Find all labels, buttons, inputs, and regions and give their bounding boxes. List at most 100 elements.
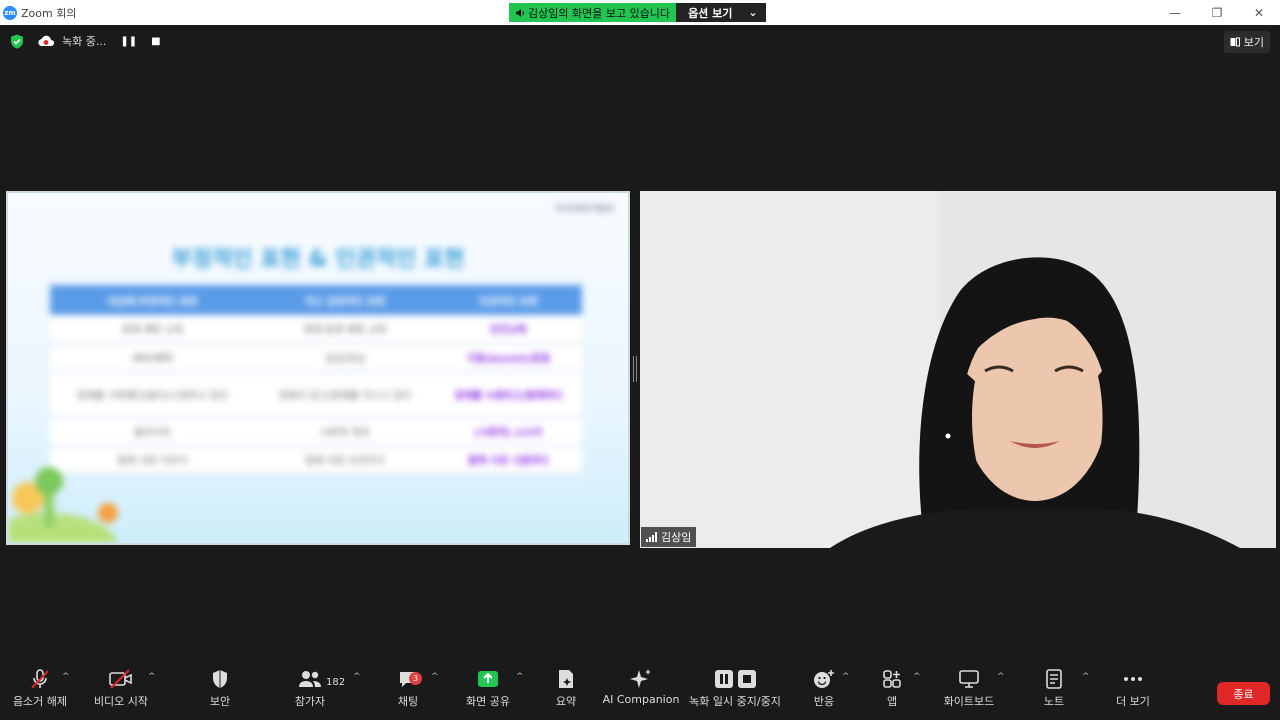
view-button[interactable]: 보기 (1223, 31, 1270, 53)
ellipsis-icon (1123, 666, 1143, 692)
whiteboard-button[interactable]: 화이트보드 (940, 666, 998, 709)
mic-off-icon (29, 666, 51, 692)
restore-button[interactable]: ❐ (1196, 0, 1238, 25)
participants-label: 참가자 (294, 695, 326, 708)
meeting-topbar: 녹화 중... ❚❚ ■ 보기 (0, 25, 1280, 57)
slide-table-cell: 안전교육 (434, 315, 582, 345)
whiteboard-options-caret[interactable]: ^ (997, 672, 1005, 682)
speaker-icon (516, 8, 524, 17)
chat-options-caret[interactable]: ^ (431, 672, 439, 682)
recording-indicator[interactable]: 녹화 중... ❚❚ ■ (38, 33, 161, 49)
slide-table-row: 불우이웃 사회적 약자 (사회적) 소수자 (50, 417, 582, 447)
minimize-button[interactable]: — (1154, 0, 1196, 25)
unmute-button[interactable]: 음소거 해제 (10, 666, 70, 709)
notes-label: 노트 (1043, 695, 1065, 708)
chat-unread-badge: 3 (409, 672, 422, 685)
chevron-down-icon: ⌄ (748, 6, 758, 19)
chat-button[interactable]: 채팅 (388, 666, 428, 709)
slide-table-cell: 힘께 서로 도와주다 (255, 445, 435, 475)
slide-table-cell: 장애를 수용하고/함께하다 (434, 371, 582, 419)
layout-icon (1230, 37, 1240, 47)
slide-table-cell: 함께 서로 사용하다 (434, 445, 582, 475)
slide-table-header: 인권적인 표현 (434, 285, 582, 315)
slide-table-header-row: 대상화/부정적인 표현 적고 공정적인 표현 인권적인 표현 (50, 285, 582, 315)
participants-options-caret[interactable]: ^ (353, 672, 361, 682)
reactions-options-caret[interactable]: ^ (842, 672, 850, 682)
slide-table-header: 적고 공정적인 표현 (255, 285, 435, 315)
reactions-label: 반응 (813, 695, 835, 708)
video-options-caret[interactable]: ^ (148, 672, 156, 682)
start-video-button[interactable]: 비디오 시작 (90, 666, 152, 709)
security-button[interactable]: 보안 (200, 666, 240, 709)
end-meeting-label: 종료 (1233, 687, 1254, 701)
meeting-toolbar: 음소거 해제 ^ 비디오 시작 ^ 보안 참가자 182 ^ 채팅 3 ^ 화면… (0, 666, 1280, 720)
window-titlebar: zm Zoom 회의 김상임의 화면을 보고 있습니다 옵션 보기 ⌄ — ❐ … (0, 0, 1280, 25)
sparkle-icon (629, 666, 653, 692)
notes-options-caret[interactable]: ^ (1082, 672, 1090, 682)
unmute-label: 음소거 해제 (12, 695, 68, 708)
pause-icon[interactable]: ❚❚ (120, 36, 137, 47)
restore-icon: ❐ (1211, 5, 1223, 20)
reactions-button[interactable]: 반응 (804, 666, 844, 709)
view-options-button[interactable]: 옵션 보기 ⌄ (676, 3, 766, 22)
participants-button[interactable]: 참가자 (290, 666, 330, 709)
start-video-label: 비디오 시작 (93, 695, 149, 708)
shared-screen[interactable]: 한국장애인개발원 부정적인 표현 & 인권적인 표현 대상화/부정적인 표현 적… (6, 191, 630, 545)
view-options-label: 옵션 보기 (688, 6, 733, 20)
whiteboard-label: 화이트보드 (943, 695, 995, 708)
notes-icon (1045, 666, 1063, 692)
window-controls: — ❐ ✕ (1154, 0, 1280, 25)
summary-icon (557, 666, 575, 692)
participant-video[interactable]: 김상임 (640, 191, 1276, 548)
recording-control-button[interactable]: 녹화 일시 중지/중지 (688, 666, 782, 709)
shield-icon (211, 666, 229, 692)
slide-table-row: 장애를 극복했다/앓다/고생하고 있다 장애가 있고/장애를 지니고 있다 장애… (50, 371, 582, 419)
cloud-record-icon (38, 35, 54, 47)
ai-companion-button[interactable]: AI Companion (603, 666, 679, 706)
apps-options-caret[interactable]: ^ (913, 672, 921, 682)
camera-off-icon (109, 666, 133, 692)
pause-stop-icon (714, 666, 756, 692)
notes-button[interactable]: 노트 (1034, 666, 1074, 709)
slide-table-cell: 지원(Assist)/존중 (434, 343, 582, 373)
audio-options-caret[interactable]: ^ (62, 672, 70, 682)
apps-button[interactable]: 앱 (872, 666, 912, 709)
slide-title: 부정적인 표현 & 인권적인 표현 (171, 247, 465, 272)
minimize-icon: — (1169, 5, 1181, 20)
summary-label: 요약 (555, 695, 577, 708)
more-button[interactable]: 더 보기 (1112, 666, 1154, 709)
stop-icon[interactable]: ■ (151, 36, 160, 47)
zoom-logo: zm (3, 5, 17, 20)
slide-table-row: 장애 예방 교육 장애 발생 예방 교육 안전교육 (50, 315, 582, 345)
ai-companion-label: AI Companion (602, 693, 680, 706)
share-screen-label: 화면 공유 (466, 695, 510, 708)
slide-table-cell: 장애가 있고/장애를 지니고 있다 (255, 371, 435, 419)
slide-table-cell: (사회적) 소수자 (434, 417, 582, 447)
share-options-caret[interactable]: ^ (516, 672, 524, 682)
slide-decoration-tree-icon (8, 467, 118, 543)
summary-button[interactable]: 요약 (546, 666, 586, 709)
share-screen-button[interactable]: 화면 공유 (462, 666, 514, 709)
view-button-label: 보기 (1243, 36, 1264, 49)
slide-table-cell: 공감/관심 (255, 343, 435, 373)
participants-count: 182 (326, 677, 346, 688)
slide-table-row: 배려/혜택 공감/관심 지원(Assist)/존중 (50, 343, 582, 373)
slide-table-cell: 배려/혜택 (50, 343, 256, 373)
slide-table-cell: 장애 발생 예방 교육 (255, 315, 435, 345)
end-meeting-button[interactable]: 종료 (1217, 682, 1270, 705)
share-banner-text-wrap: 김상임의 화면을 보고 있습니다 (509, 3, 677, 22)
share-banner-text: 김상임의 화면을 보고 있습니다 (528, 6, 671, 20)
reaction-icon (813, 666, 835, 692)
chat-label: 채팅 (397, 695, 419, 708)
shared-slide-content: 한국장애인개발원 부정적인 표현 & 인권적인 표현 대상화/부정적인 표현 적… (8, 193, 628, 543)
whiteboard-icon (958, 666, 980, 692)
security-label: 보안 (209, 695, 231, 708)
close-button[interactable]: ✕ (1238, 0, 1280, 25)
share-banner: 김상임의 화면을 보고 있습니다 옵션 보기 ⌄ (509, 3, 766, 22)
share-up-arrow-icon (477, 666, 499, 692)
participant-name-tag: 김상임 (641, 527, 697, 547)
participant-name: 김상임 (661, 531, 692, 544)
split-resize-handle[interactable] (633, 356, 637, 382)
shield-icon[interactable] (10, 34, 24, 49)
slide-table-cell: 장애 예방 교육 (50, 315, 256, 345)
